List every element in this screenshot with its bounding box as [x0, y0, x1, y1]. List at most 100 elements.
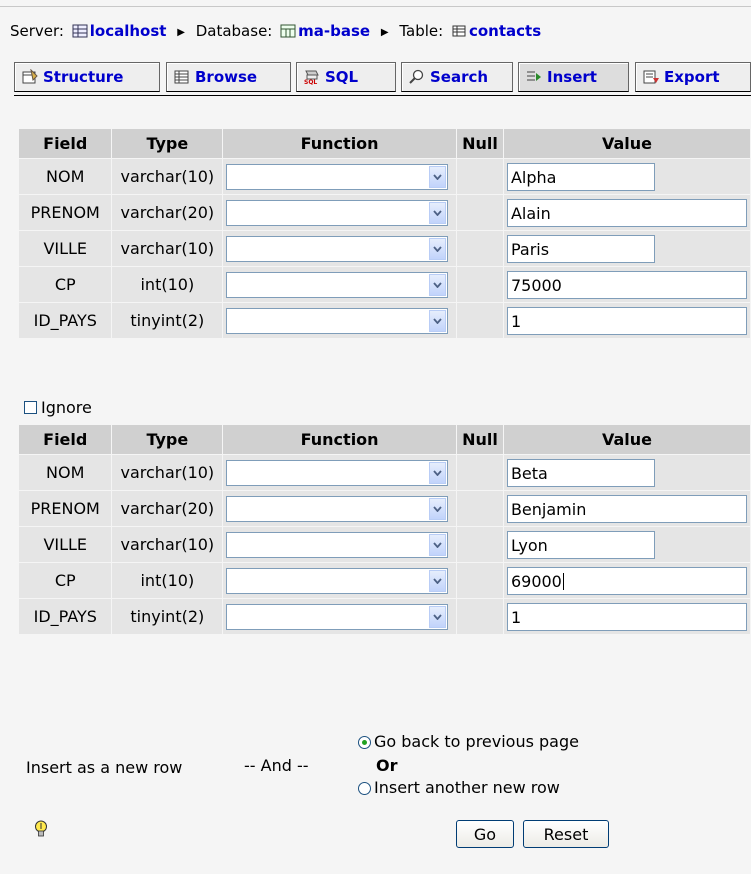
value-input[interactable]: 1 — [506, 602, 747, 631]
field-type: int(10) — [112, 563, 223, 598]
field-type: varchar(20) — [112, 195, 223, 230]
or-label: Or — [376, 756, 398, 775]
field-name: NOM — [19, 455, 112, 490]
server-link[interactable]: localhost — [90, 22, 167, 40]
header-type: Type — [112, 425, 223, 454]
function-select[interactable] — [226, 531, 449, 558]
insert-table-2: Field Type Function Null Value NOM varch… — [18, 424, 751, 635]
value-input[interactable]: 75000 — [506, 270, 747, 299]
field-type: varchar(10) — [112, 527, 223, 562]
field-type: varchar(10) — [112, 159, 223, 194]
function-select[interactable] — [226, 235, 449, 262]
function-select[interactable] — [226, 459, 449, 486]
table-row: NOM varchar(10) Alpha — [19, 159, 750, 194]
tab-browse-label: Browse — [195, 68, 258, 86]
ignore-label: Ignore — [41, 398, 92, 417]
field-name: PRENOM — [19, 195, 112, 230]
reset-button[interactable]: Reset — [523, 820, 609, 848]
null-cell — [457, 195, 503, 230]
table-row: ID_PAYS tinyint(2) 1 — [19, 599, 750, 634]
function-select[interactable] — [226, 163, 449, 190]
null-cell — [457, 455, 503, 490]
null-cell — [457, 159, 503, 194]
header-function: Function — [223, 129, 457, 158]
field-name: CP — [19, 563, 112, 598]
field-type: varchar(10) — [112, 231, 223, 266]
and-text: -- And -- — [244, 756, 309, 775]
option-go-back[interactable]: Go back to previous page — [358, 732, 579, 751]
field-name: ID_PAYS — [19, 303, 112, 338]
arrow-icon: ▶ — [177, 27, 185, 38]
function-select[interactable] — [226, 567, 449, 594]
chevron-down-icon — [429, 309, 447, 332]
chevron-down-icon — [429, 533, 447, 556]
function-select[interactable] — [226, 495, 449, 522]
chevron-down-icon — [429, 461, 447, 484]
header-field: Field — [19, 129, 112, 158]
server-icon — [72, 24, 88, 38]
breadcrumb: Server: localhost ▶ Database: ma-base ▶ … — [10, 22, 541, 40]
tab-search[interactable]: Search — [401, 62, 513, 92]
header-value: Value — [503, 425, 750, 454]
table-header-row: Field Type Function Null Value — [19, 425, 750, 454]
field-name: VILLE — [19, 231, 112, 266]
null-cell — [457, 563, 503, 598]
function-select[interactable] — [226, 199, 449, 226]
table-header-row: Field Type Function Null Value — [19, 129, 750, 158]
tab-structure[interactable]: Structure — [14, 62, 160, 92]
null-cell — [457, 599, 503, 634]
value-input[interactable]: Alpha — [506, 162, 655, 191]
ignore-checkbox[interactable] — [24, 401, 37, 414]
value-input[interactable]: Paris — [506, 234, 655, 263]
field-name: CP — [19, 267, 112, 302]
value-text: 69000 — [510, 571, 562, 591]
chevron-down-icon — [429, 273, 447, 296]
header-value: Value — [503, 129, 750, 158]
header-type: Type — [112, 129, 223, 158]
value-input-focused[interactable]: 69000 — [506, 566, 747, 595]
insert-as-label: Insert as a new row — [26, 758, 183, 777]
header-null: Null — [457, 425, 503, 454]
null-cell — [457, 231, 503, 266]
value-input[interactable]: Benjamin — [506, 494, 747, 523]
go-button[interactable]: Go — [456, 820, 514, 848]
tab-browse[interactable]: Browse — [166, 62, 291, 92]
tab-insert-label: Insert — [547, 68, 597, 86]
chevron-down-icon — [429, 165, 447, 188]
null-cell — [457, 267, 503, 302]
insert-icon — [527, 71, 541, 81]
field-type: tinyint(2) — [112, 599, 223, 634]
chevron-down-icon — [429, 237, 447, 260]
database-label: Database: — [195, 22, 273, 40]
option-insert-another[interactable]: Insert another new row — [358, 778, 560, 797]
header-null: Null — [457, 129, 503, 158]
tab-export[interactable]: Export — [635, 62, 751, 92]
field-type: varchar(10) — [112, 455, 223, 490]
tab-sql[interactable]: SQL SQL — [296, 62, 396, 92]
tab-search-label: Search — [430, 68, 489, 86]
insert-another-radio[interactable] — [358, 782, 371, 795]
function-select[interactable] — [226, 271, 449, 298]
database-link[interactable]: ma-base — [298, 22, 370, 40]
table-row: ID_PAYS tinyint(2) 1 — [19, 303, 750, 338]
arrow-icon: ▶ — [380, 27, 389, 38]
top-border — [0, 0, 751, 7]
database-icon — [280, 24, 296, 38]
search-icon — [409, 69, 424, 84]
function-select[interactable] — [226, 307, 449, 334]
value-input[interactable]: Lyon — [506, 530, 655, 559]
tab-insert[interactable]: Insert — [518, 62, 629, 92]
table-row: VILLE varchar(10) Lyon — [19, 527, 750, 562]
tab-sql-label: SQL — [325, 68, 359, 86]
value-input[interactable]: 1 — [506, 306, 747, 335]
table-link[interactable]: contacts — [469, 22, 541, 40]
value-input[interactable]: Beta — [506, 458, 655, 487]
value-input[interactable]: Alain — [506, 198, 747, 227]
chevron-down-icon — [429, 497, 447, 520]
insert-table-1: Field Type Function Null Value NOM varch… — [18, 128, 751, 339]
go-back-radio[interactable] — [358, 736, 371, 749]
ignore-option[interactable]: Ignore — [24, 398, 92, 417]
null-cell — [457, 303, 503, 338]
function-select[interactable] — [226, 603, 449, 630]
insert-another-label: Insert another new row — [374, 778, 560, 797]
